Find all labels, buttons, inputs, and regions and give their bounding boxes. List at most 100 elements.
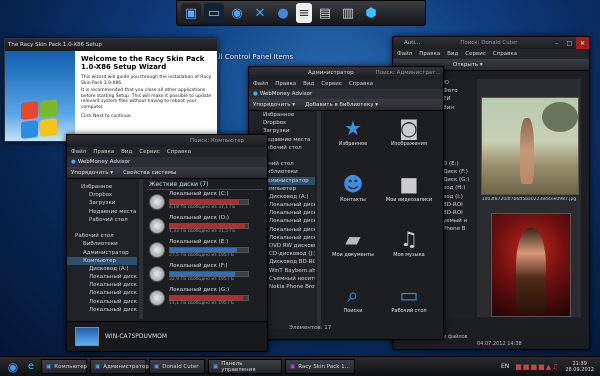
setup-titlebar[interactable]: The Racy Skin Pack 1.0-X86 Setup xyxy=(5,39,217,51)
contacts-icon: ☻ xyxy=(342,171,364,196)
desktop-folder[interactable]: ▭ Рабочий стол xyxy=(381,282,437,328)
right-search[interactable]: Поиск: Donald Cuter xyxy=(460,40,517,46)
nav-item[interactable]: вод (H:) xyxy=(441,184,475,192)
pc-icon[interactable]: ▥ xyxy=(338,3,358,23)
pictures-folder[interactable]: ◙ Изображения xyxy=(381,115,437,161)
system-properties-button[interactable]: Свойства системы xyxy=(123,170,176,176)
nav-item[interactable]: ЕИ xyxy=(441,95,475,103)
nav-item[interactable]: BD-ROI xyxy=(441,209,475,217)
favorites-folder[interactable]: ★ Избранное xyxy=(325,115,381,161)
computer-address-bar[interactable]: ● WebMoney Advisor xyxy=(67,157,267,167)
menu-tools[interactable]: Сервис xyxy=(465,51,486,57)
computer-titlebar[interactable]: Поиск: Компьютер xyxy=(67,135,267,147)
menu-help[interactable]: Справка xyxy=(349,81,373,87)
tools-icon[interactable]: ✕ xyxy=(250,3,270,23)
music-folder[interactable]: ♫ Моя музыка xyxy=(381,226,437,272)
nav-dropbox[interactable]: Dropbox xyxy=(67,191,137,199)
users-icon[interactable]: ● xyxy=(273,3,293,23)
photo-thumbnail-warrior[interactable] xyxy=(491,213,571,317)
menu-view[interactable]: Вид xyxy=(447,51,458,57)
menu-tools[interactable]: Сервис xyxy=(139,149,160,155)
admin-search[interactable]: Поиск: Администрат... xyxy=(376,70,441,76)
nav-downloads[interactable]: Загрузки xyxy=(67,199,137,207)
computer-search[interactable]: Поиск: Компьютер xyxy=(190,138,244,144)
globe-icon[interactable]: ◉ xyxy=(227,3,247,23)
menu-edit[interactable]: Правка xyxy=(275,81,296,87)
drive-row[interactable]: Локальный диск (F:) 32,9 ГБ свободно из 1… xyxy=(147,262,263,286)
nav-desktop-root[interactable]: Рабочий стол xyxy=(67,232,137,240)
admin-titlebar[interactable]: Администратор Поиск: Администрат... xyxy=(249,67,443,79)
language-indicator[interactable]: EN xyxy=(501,363,509,370)
printer-icon[interactable]: ▤ xyxy=(315,3,335,23)
nav-item[interactable]: BD-ROI xyxy=(441,201,475,209)
minimize-button[interactable]: – xyxy=(550,37,563,49)
organize-button[interactable]: Упорядочить ▾ xyxy=(253,102,295,108)
menu-tools[interactable]: Сервис xyxy=(321,81,342,87)
nav-item[interactable]: Диск (F:) xyxy=(441,168,475,176)
clock[interactable]: 21:39 28.09.2012 xyxy=(565,361,594,373)
documents-folder[interactable]: ▰ Мои документы xyxy=(325,226,381,272)
computer-scrollbar[interactable] xyxy=(139,179,143,319)
menu-file[interactable]: Файл xyxy=(253,81,268,87)
menu-file[interactable]: Файл xyxy=(397,51,412,57)
nav-item[interactable]: Phone B xyxy=(441,225,475,233)
drives-section-header[interactable]: Жесткие диски (7) xyxy=(147,179,263,190)
menu-edit[interactable]: Правка xyxy=(93,149,114,155)
organize-button[interactable]: Упорядочить ▾ xyxy=(71,170,113,176)
nav-dropbox[interactable]: Dropbox xyxy=(249,119,315,127)
menu-help[interactable]: Справка xyxy=(493,51,517,57)
menu-file[interactable]: Файл xyxy=(71,149,86,155)
menu-view[interactable]: Вид xyxy=(303,81,314,87)
drive-row[interactable]: Локальный диск (C:) 4,18 ГБ свободно из 3… xyxy=(147,190,263,214)
photo-thumbnail-woman-beach[interactable] xyxy=(481,97,579,195)
admin-address-bar[interactable]: ● WebMoney Advisor xyxy=(249,89,443,99)
taskbar-btn-donald[interactable]: ▣ Donald Cuter xyxy=(149,359,205,374)
ie-icon[interactable]: e xyxy=(24,361,38,372)
start-button[interactable]: ◉ xyxy=(2,358,24,375)
taskbar-btn-admin[interactable]: ▣ Администратор xyxy=(90,359,149,374)
nav-item[interactable]: вод (I:) xyxy=(441,193,475,201)
add-to-library-button[interactable]: Добавить в библиотеку ▾ xyxy=(305,102,378,108)
tray-icons[interactable]: ■■■■▲♫ xyxy=(515,363,559,371)
searches-folder[interactable]: ⌕ Поиски xyxy=(325,282,381,328)
menu-help[interactable]: Справка xyxy=(167,149,191,155)
monitor-icon[interactable]: ▭ xyxy=(204,3,224,23)
nav-drive-g[interactable]: Локальный диск (G:) xyxy=(67,306,137,314)
nav-libraries[interactable]: Библиотеки xyxy=(67,240,137,248)
nav-recent[interactable]: Недавние места xyxy=(67,208,137,216)
close-button[interactable]: ✕ xyxy=(576,37,589,49)
nav-favorites[interactable]: Избранное xyxy=(249,111,315,119)
notepad-icon[interactable]: ≡ xyxy=(296,3,312,23)
nav-item[interactable]: Диск (G:) xyxy=(441,176,475,184)
nav-item[interactable]: Фото xyxy=(441,87,475,95)
nav-drive-d[interactable]: Локальный диск (D:) xyxy=(67,281,137,289)
nav-item[interactable]: Ю xyxy=(441,79,475,87)
admin-scrollbar[interactable] xyxy=(317,111,321,329)
videos-folder[interactable]: ■ Мои видеозаписи xyxy=(381,171,437,217)
nav-drive-c[interactable]: Локальный диск (C:) xyxy=(67,273,137,281)
taskbar-btn-setup[interactable]: ▣ Racy Skin Pack 1... xyxy=(285,359,355,374)
taskbar-btn-computer[interactable]: ▣ Компьютер xyxy=(41,359,87,374)
nav-item[interactable]: D (E:) xyxy=(441,160,475,168)
contacts-folder[interactable]: ☻ Контакты xyxy=(325,171,381,217)
nav-item[interactable]: Вин xyxy=(441,104,475,112)
nav-drive-a[interactable]: Дисковод (A:) xyxy=(67,265,137,273)
drive-row[interactable]: Локальный диск (G:) 11,1 ГБ свободно из 1… xyxy=(147,286,263,310)
open-button[interactable]: Открыть ▾ xyxy=(453,62,483,68)
nav-drive-e[interactable]: Локальный диск (E:) xyxy=(67,289,137,297)
desktop-icon[interactable]: ▣ xyxy=(181,3,201,23)
network-icon[interactable]: ⬢ xyxy=(361,3,381,23)
right-titlebar[interactable]: Auti... Поиск: Donald Cuter – □ ✕ xyxy=(393,37,589,49)
taskbar-btn-control-panel[interactable]: ▣ Панель управления xyxy=(208,359,282,374)
nav-admin[interactable]: Администратор xyxy=(67,249,137,257)
menu-edit[interactable]: Правка xyxy=(419,51,440,57)
nav-item[interactable]: уемый н xyxy=(441,217,475,225)
drive-row[interactable]: Локальный диск (E:) 27,5 ГБ свободно из 1… xyxy=(147,238,263,262)
drive-row[interactable]: Локальный диск (D:) 1,33 ГБ свободно из 3… xyxy=(147,214,263,238)
nav-desktop[interactable]: Рабочий стол xyxy=(67,216,137,224)
nav-computer[interactable]: Компьютер xyxy=(67,256,137,265)
nav-favorites[interactable]: Избранное xyxy=(67,183,137,191)
menu-view[interactable]: Вид xyxy=(121,149,132,155)
nav-drive-f[interactable]: Локальный диск (F:) xyxy=(67,298,137,306)
maximize-button[interactable]: □ xyxy=(563,37,576,49)
